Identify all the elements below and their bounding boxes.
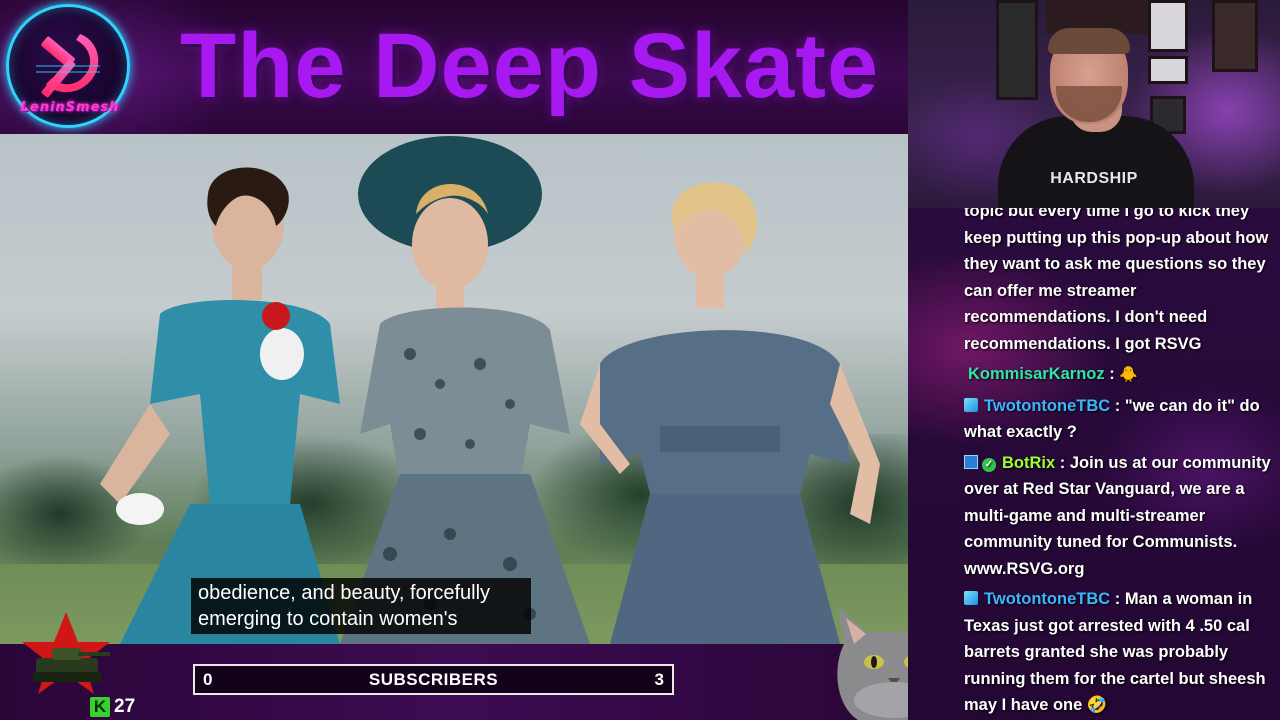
chat-message-text: Join us at our community over at Red Sta…	[964, 453, 1271, 578]
woman-blue-dress	[580, 182, 880, 644]
chat-message: topic but every time I go to kick they k…	[964, 208, 1276, 357]
logo-text: LeninSmesh	[20, 100, 120, 115]
wall-frame	[1212, 0, 1258, 72]
kill-counter: K 27	[90, 694, 150, 720]
wall-frame	[1148, 56, 1188, 84]
shirt-text: HARDSHIP	[1050, 170, 1138, 187]
wall-frame	[1148, 0, 1188, 52]
chat-username[interactable]: TwotontoneTBC	[984, 590, 1110, 608]
chat-message-text: Man a woman in Texas just got arrested w…	[964, 590, 1266, 714]
duck-emote-icon: 🐥	[1119, 366, 1138, 383]
chat-message: KommisarKarnoz : 🐥	[964, 361, 1276, 389]
moderator-badge-icon	[964, 454, 978, 469]
chat-username[interactable]: BotRix	[1002, 454, 1055, 472]
chat-separator: :	[1110, 590, 1121, 608]
chat-message-list: topic but every time I go to kick they k…	[964, 208, 1276, 719]
kill-k-icon: K	[90, 697, 110, 717]
subtitle-line: obedience, and beauty, forcefully	[198, 582, 491, 604]
wall-poster	[996, 0, 1038, 100]
chat-message: TwotontoneTBC : "we can do it" do what e…	[964, 393, 1276, 446]
streamer-hair	[1048, 28, 1130, 54]
chat-message: ✓ BotRix : Join us at our community over …	[964, 450, 1276, 583]
chat-panel: topic but every time I go to kick they k…	[908, 208, 1280, 720]
star-tank-icon	[22, 612, 110, 694]
cube-badge-icon	[964, 397, 978, 412]
check-badge-icon: ✓	[982, 457, 996, 472]
video-frame: obedience, and beauty, forcefully emergi…	[0, 134, 908, 644]
chat-username[interactable]: TwotontoneTBC	[984, 397, 1110, 415]
webcam-feed: HARDSHIP	[908, 0, 1280, 208]
subscriber-label: SUBSCRIBERS	[368, 669, 499, 689]
video-subtitle: obedience, and beauty, forcefully emergi…	[191, 578, 531, 634]
cube-badge-icon	[964, 591, 978, 605]
channel-logo: LeninSmesh	[4, 4, 132, 130]
subscriber-goal-bar: 0 SUBSCRIBERS 3	[193, 664, 674, 695]
subtitle-line: emerging to contain women's	[198, 608, 458, 630]
chat-username[interactable]: KommisarKarnoz	[968, 365, 1105, 383]
subscriber-target: 3	[654, 669, 664, 689]
chat-separator: :	[1104, 365, 1115, 383]
stream-title: The Deep Skate	[180, 15, 880, 117]
woman-teal-dress	[100, 167, 340, 644]
chat-message-text: topic but every time I go to kick they k…	[964, 208, 1269, 353]
chat-separator: :	[1110, 396, 1121, 415]
chat-message: TwotontoneTBC : Man a woman in Texas jus…	[964, 586, 1276, 719]
kill-count: 27	[114, 696, 136, 717]
stream-header: LeninSmesh The Deep Skate	[0, 0, 908, 134]
subscriber-current: 0	[203, 669, 213, 689]
chat-separator: :	[1055, 453, 1066, 472]
